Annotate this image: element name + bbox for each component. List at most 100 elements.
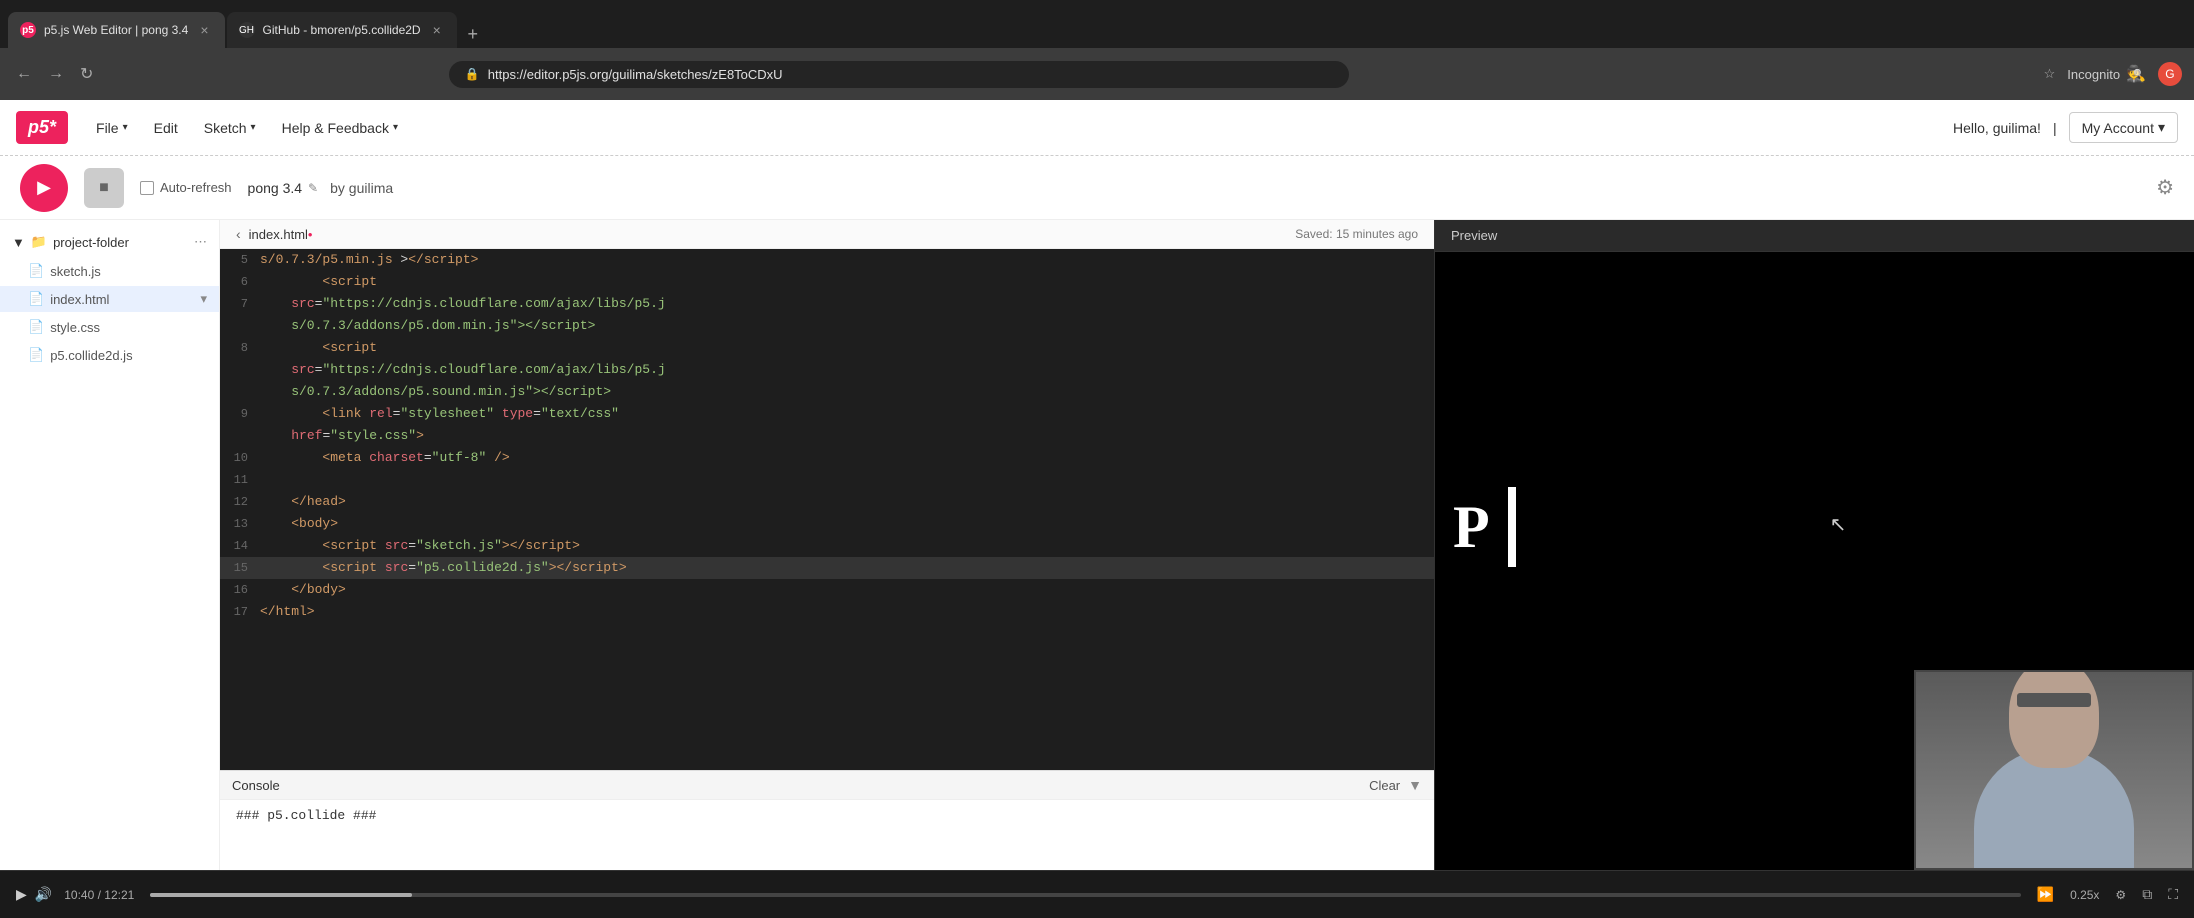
- preview-p-letter: P: [1435, 487, 1516, 567]
- my-account-button[interactable]: My Account ▾: [2069, 112, 2178, 143]
- profile-icon[interactable]: G: [2158, 62, 2182, 86]
- modified-indicator: •: [308, 227, 313, 242]
- progress-fill: [150, 893, 412, 897]
- browser-frame: p5 p5.js Web Editor | pong 3.4 × GH GitH…: [0, 0, 2194, 918]
- auto-refresh-toggle[interactable]: Auto-refresh: [140, 180, 232, 195]
- webcam-overlay: [1914, 670, 2194, 870]
- progress-bar[interactable]: [150, 893, 2020, 897]
- code-content: 5 s/0.7.3/p5.min.js ></script> 6 <script…: [220, 249, 1434, 623]
- editor-header: ‹ index.html• Saved: 15 minutes ago: [220, 220, 1434, 249]
- sketch-chevron-icon: ▾: [251, 122, 256, 133]
- gh-favicon: GH: [239, 22, 255, 38]
- code-editor[interactable]: 5 s/0.7.3/p5.min.js ></script> 6 <script…: [220, 249, 1434, 770]
- p5-toolbar: ▶ ■ Auto-refresh pong 3.4 ✎ by guilima ⚙: [0, 156, 2194, 220]
- tab-gh-close[interactable]: ×: [429, 20, 445, 40]
- main-content: ▼ 📁 project-folder ⋯ 📄 sketch.js 📄 index…: [0, 220, 2194, 870]
- speed-label: 0.25x: [2070, 888, 2099, 902]
- incognito-badge: Incognito 🕵: [2067, 64, 2146, 84]
- play-button[interactable]: ▶: [20, 164, 68, 212]
- pip-icon[interactable]: ⧉: [2142, 886, 2152, 903]
- file-index-html[interactable]: 📄 index.html ▾: [0, 286, 219, 312]
- code-line-7b: s/0.7.3/addons/p5.dom.min.js"></script>: [220, 315, 1434, 337]
- html-file-icon: 📄: [28, 291, 44, 307]
- help-chevron-icon: ▾: [393, 122, 398, 133]
- sketch-info: pong 3.4 ✎ by guilima: [248, 180, 394, 196]
- fullscreen-icon[interactable]: ⛶: [2168, 886, 2178, 903]
- stop-icon: ■: [99, 179, 109, 197]
- js-file-icon: 📄: [28, 263, 44, 279]
- tab-gh-title: GitHub - bmoren/p5.collide2D: [263, 23, 421, 37]
- bottom-right-controls: ⏩ 0.25x ⚙ ⧉ ⛶: [2037, 886, 2178, 903]
- folder-collapse-icon: ▼: [12, 235, 25, 250]
- code-line-15: 15 <script src="p5.collide2d.js"></scrip…: [220, 557, 1434, 579]
- preview-canvas: P ↖: [1435, 252, 2194, 870]
- edit-sketch-icon[interactable]: ✎: [308, 181, 318, 195]
- file-sketch-js[interactable]: 📄 sketch.js: [0, 258, 219, 284]
- bottom-play-button[interactable]: ▶: [16, 886, 27, 903]
- address-bar: ← → ↻ 🔒 https://editor.p5js.org/guilima/…: [0, 48, 2194, 100]
- preview-panel: Preview P ↖: [1434, 220, 2194, 870]
- separator: |: [2053, 120, 2057, 136]
- tab-p5[interactable]: p5 p5.js Web Editor | pong 3.4 ×: [8, 12, 225, 48]
- preview-title: Preview: [1451, 228, 1497, 243]
- code-line-12: 12 </head>: [220, 491, 1434, 513]
- fast-forward-icon[interactable]: ⏩: [2037, 886, 2054, 903]
- console-expand-icon[interactable]: ▼: [1408, 777, 1422, 793]
- project-folder-item[interactable]: ▼ 📁 project-folder ⋯: [0, 228, 219, 256]
- html-expand-icon[interactable]: ▾: [200, 291, 207, 307]
- menu-file[interactable]: File ▾: [84, 114, 140, 142]
- greeting-text: Hello, guilima!: [1953, 120, 2041, 136]
- nav-right: Hello, guilima! | My Account ▾: [1953, 112, 2178, 143]
- play-icon: ▶: [37, 177, 51, 198]
- bottom-center: [150, 893, 2020, 897]
- file-chevron-icon: ▾: [123, 122, 128, 133]
- p5-logo[interactable]: p5*: [16, 111, 68, 144]
- auto-refresh-checkbox[interactable]: [140, 181, 154, 195]
- console-body: ### p5.collide ###: [220, 800, 1434, 870]
- volume-icon[interactable]: 🔊: [35, 886, 52, 903]
- url-bar[interactable]: 🔒 https://editor.p5js.org/guilima/sketch…: [449, 61, 1349, 88]
- code-line-17: 17 </html>: [220, 601, 1434, 623]
- code-line-10: 10 <meta charset="utf-8" />: [220, 447, 1434, 469]
- console-title: Console: [232, 778, 280, 793]
- code-line-8b: src="https://cdnjs.cloudflare.com/ajax/l…: [220, 359, 1434, 381]
- code-line-14: 14 <script src="sketch.js"></script>: [220, 535, 1434, 557]
- console-panel: Console Clear ▼ ### p5.collide ###: [220, 770, 1434, 870]
- bottom-settings-icon[interactable]: ⚙: [2115, 888, 2126, 902]
- tab-github[interactable]: GH GitHub - bmoren/p5.collide2D ×: [227, 12, 457, 48]
- forward-button[interactable]: →: [44, 61, 68, 87]
- folder-name: project-folder: [53, 235, 129, 250]
- clear-button[interactable]: Clear: [1369, 778, 1400, 793]
- editor-nav-back-icon[interactable]: ‹: [236, 226, 241, 242]
- folder-menu-icon[interactable]: ⋯: [194, 234, 207, 250]
- time-display: 10:40 / 12:21: [64, 888, 134, 902]
- file-p5-collide[interactable]: 📄 p5.collide2d.js: [0, 342, 219, 368]
- incognito-text: Incognito: [2067, 67, 2120, 82]
- preview-header: Preview: [1435, 220, 2194, 252]
- star-icon[interactable]: ☆: [2044, 66, 2056, 82]
- code-line-16: 16 </body>: [220, 579, 1434, 601]
- refresh-button[interactable]: ↻: [76, 60, 97, 88]
- console-header: Console Clear ▼: [220, 771, 1434, 800]
- app-area: p5* File ▾ Edit Sketch ▾ Help & Feedback…: [0, 100, 2194, 870]
- cursor-indicator: ↖: [1830, 512, 1847, 537]
- settings-icon[interactable]: ⚙: [2156, 177, 2174, 199]
- sketch-name[interactable]: pong 3.4: [248, 180, 303, 196]
- menu-sketch[interactable]: Sketch ▾: [192, 114, 268, 142]
- save-status: Saved: 15 minutes ago: [1295, 227, 1418, 241]
- new-tab-button[interactable]: +: [459, 20, 487, 48]
- code-line-9b: href="style.css">: [220, 425, 1434, 447]
- back-button[interactable]: ←: [12, 61, 36, 87]
- stop-button[interactable]: ■: [84, 168, 124, 208]
- editor-header-left: ‹ index.html•: [236, 226, 312, 242]
- menu-edit[interactable]: Edit: [142, 114, 190, 142]
- tab-bar: p5 p5.js Web Editor | pong 3.4 × GH GitH…: [0, 0, 2194, 48]
- css-file-icon: 📄: [28, 319, 44, 335]
- bottom-left-controls: ▶ 🔊 10:40 / 12:21: [16, 886, 134, 903]
- file-style-css[interactable]: 📄 style.css: [0, 314, 219, 340]
- code-line-5: 5 s/0.7.3/p5.min.js ></script>: [220, 249, 1434, 271]
- p5-nav: p5* File ▾ Edit Sketch ▾ Help & Feedback…: [0, 100, 2194, 156]
- menu-help[interactable]: Help & Feedback ▾: [270, 114, 410, 142]
- url-text: https://editor.p5js.org/guilima/sketches…: [488, 67, 783, 82]
- tab-p5-close[interactable]: ×: [196, 20, 212, 40]
